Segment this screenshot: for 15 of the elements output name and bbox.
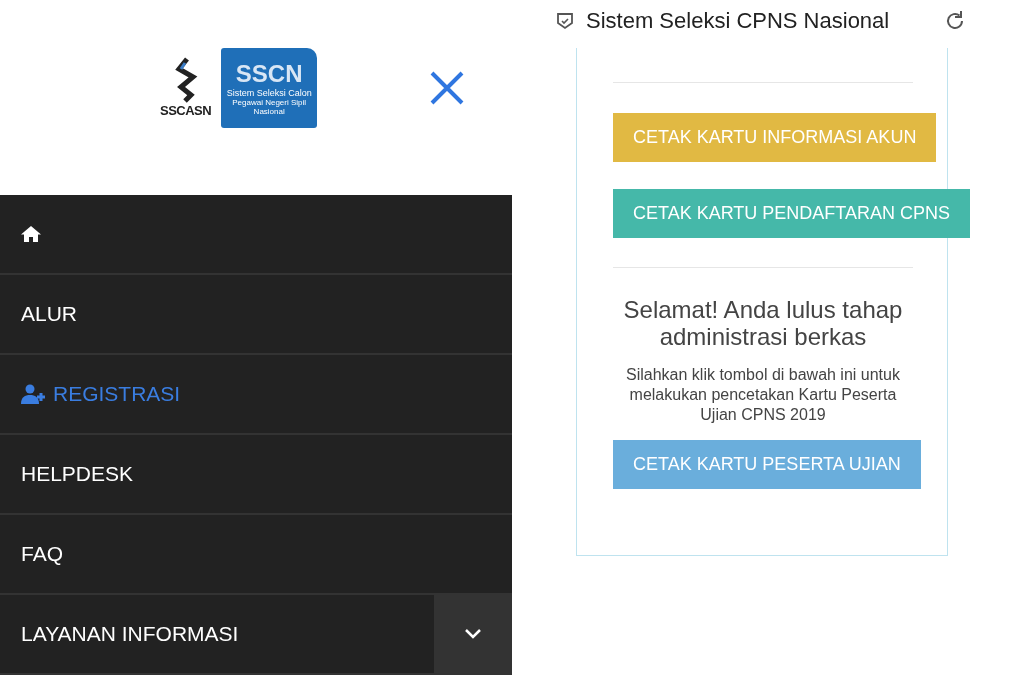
- add-user-icon: [21, 384, 47, 404]
- sscasn-logo: SSCASN: [160, 57, 212, 118]
- menu-item[interactable]: LAYANAN INFORMASI: [0, 595, 434, 673]
- shield-icon: [555, 11, 575, 31]
- menu-item[interactable]: REGISTRASI: [0, 355, 512, 433]
- success-heading: Selamat! Anda lulus tahap administrasi berkas: [622, 296, 904, 350]
- chevron-icon: [464, 628, 482, 640]
- menu-item[interactable]: FAQ: [0, 515, 512, 593]
- home-icon: [21, 225, 41, 243]
- page-title: Sistem Seleksi CPNS Nasional: [586, 8, 891, 34]
- menu-item[interactable]: HELPDESK: [0, 435, 512, 513]
- menu-item[interactable]: ALUR: [0, 275, 512, 353]
- instruction-text: Silahkan klik tombol di bawah ini untuk melakukan pencetakan Kartu Peserta Ujian CPNS 2019: [625, 365, 901, 425]
- sscn-logo: SSCN Sistem Seleksi Calon Pegawai Negeri Sipil Nasional: [221, 47, 318, 128]
- close-icon[interactable]: [430, 70, 465, 105]
